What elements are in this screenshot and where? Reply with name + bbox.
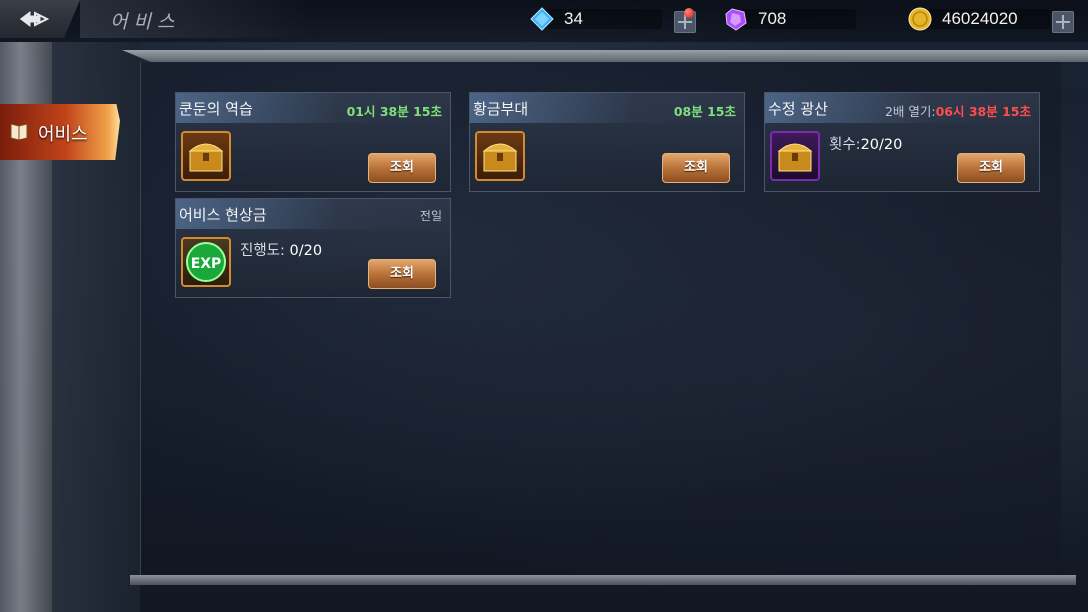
card-timer: 2배 열기:06시 38분 15초	[885, 101, 1031, 120]
crystal-count: 708	[758, 9, 787, 28]
event-card-abyss-bounty: 어비스 현상금 전일 EXP 진행도: 0/20 조회	[175, 198, 451, 298]
currency-gold: 46024020	[908, 6, 1050, 32]
card-title: 어비스 현상금	[179, 206, 267, 224]
event-card-crystal-mine: 수정 광산 2배 열기:06시 38분 15초 횟수:20/20 조회	[764, 92, 1040, 192]
book-icon	[10, 123, 28, 141]
bottom-frame-rail	[130, 575, 1076, 585]
sidebar-tab-abyss[interactable]: 어비스	[0, 104, 120, 160]
currency-crystals: 708	[724, 6, 856, 32]
blue-diamond-icon	[530, 7, 554, 31]
attempts-label: 횟수:	[829, 137, 861, 153]
exp-orb-icon[interactable]: EXP	[181, 237, 231, 287]
event-card-golden-troop: 황금부대 08분 15초 조회	[469, 92, 745, 192]
double-open-timer: 06시 38분 15초	[935, 104, 1031, 119]
card-timer: 08분 15초	[673, 104, 736, 119]
card-title: 쿤둔의 역습	[179, 100, 253, 118]
double-open-label: 2배 열기:	[884, 104, 936, 119]
view-button[interactable]: 조회	[368, 259, 436, 289]
progress-info: 진행도: 0/20	[240, 239, 322, 260]
currency-diamonds: 34	[530, 6, 662, 32]
golden-chest-icon[interactable]	[181, 131, 231, 181]
progress-value: 0/20	[289, 243, 323, 259]
svg-text:EXP: EXP	[191, 256, 222, 272]
sidebar-tab-label: 어비스	[38, 124, 88, 145]
golden-chest-icon[interactable]	[475, 131, 525, 181]
diamond-count: 34	[564, 9, 583, 28]
notification-dot	[684, 8, 694, 18]
purple-crystal-icon	[724, 7, 748, 31]
card-note: 전일	[419, 209, 442, 223]
view-button[interactable]: 조회	[662, 153, 730, 183]
back-arrow-icon	[18, 9, 49, 29]
view-button[interactable]: 조회	[368, 153, 436, 183]
card-timer: 01시 38분 15초	[346, 104, 442, 119]
gold-coin-icon	[908, 7, 932, 31]
card-title: 황금부대	[473, 100, 529, 118]
attempts-value: 20/20	[860, 137, 903, 153]
attempts-info: 횟수:20/20	[829, 133, 902, 154]
top-frame-rail	[122, 50, 1088, 62]
currency-pill	[542, 9, 662, 29]
add-gold-button[interactable]	[1052, 11, 1074, 33]
card-title: 수정 광산	[768, 100, 828, 118]
gold-count: 46024020	[942, 9, 1018, 28]
view-button[interactable]: 조회	[957, 153, 1025, 183]
currency-pill	[736, 9, 856, 29]
page-title: 어비스	[110, 11, 181, 33]
golden-chest-icon[interactable]	[770, 131, 820, 181]
progress-label: 진행도:	[240, 243, 285, 259]
event-card-kundun: 쿤둔의 역습 01시 38분 15초 조회	[175, 92, 451, 192]
